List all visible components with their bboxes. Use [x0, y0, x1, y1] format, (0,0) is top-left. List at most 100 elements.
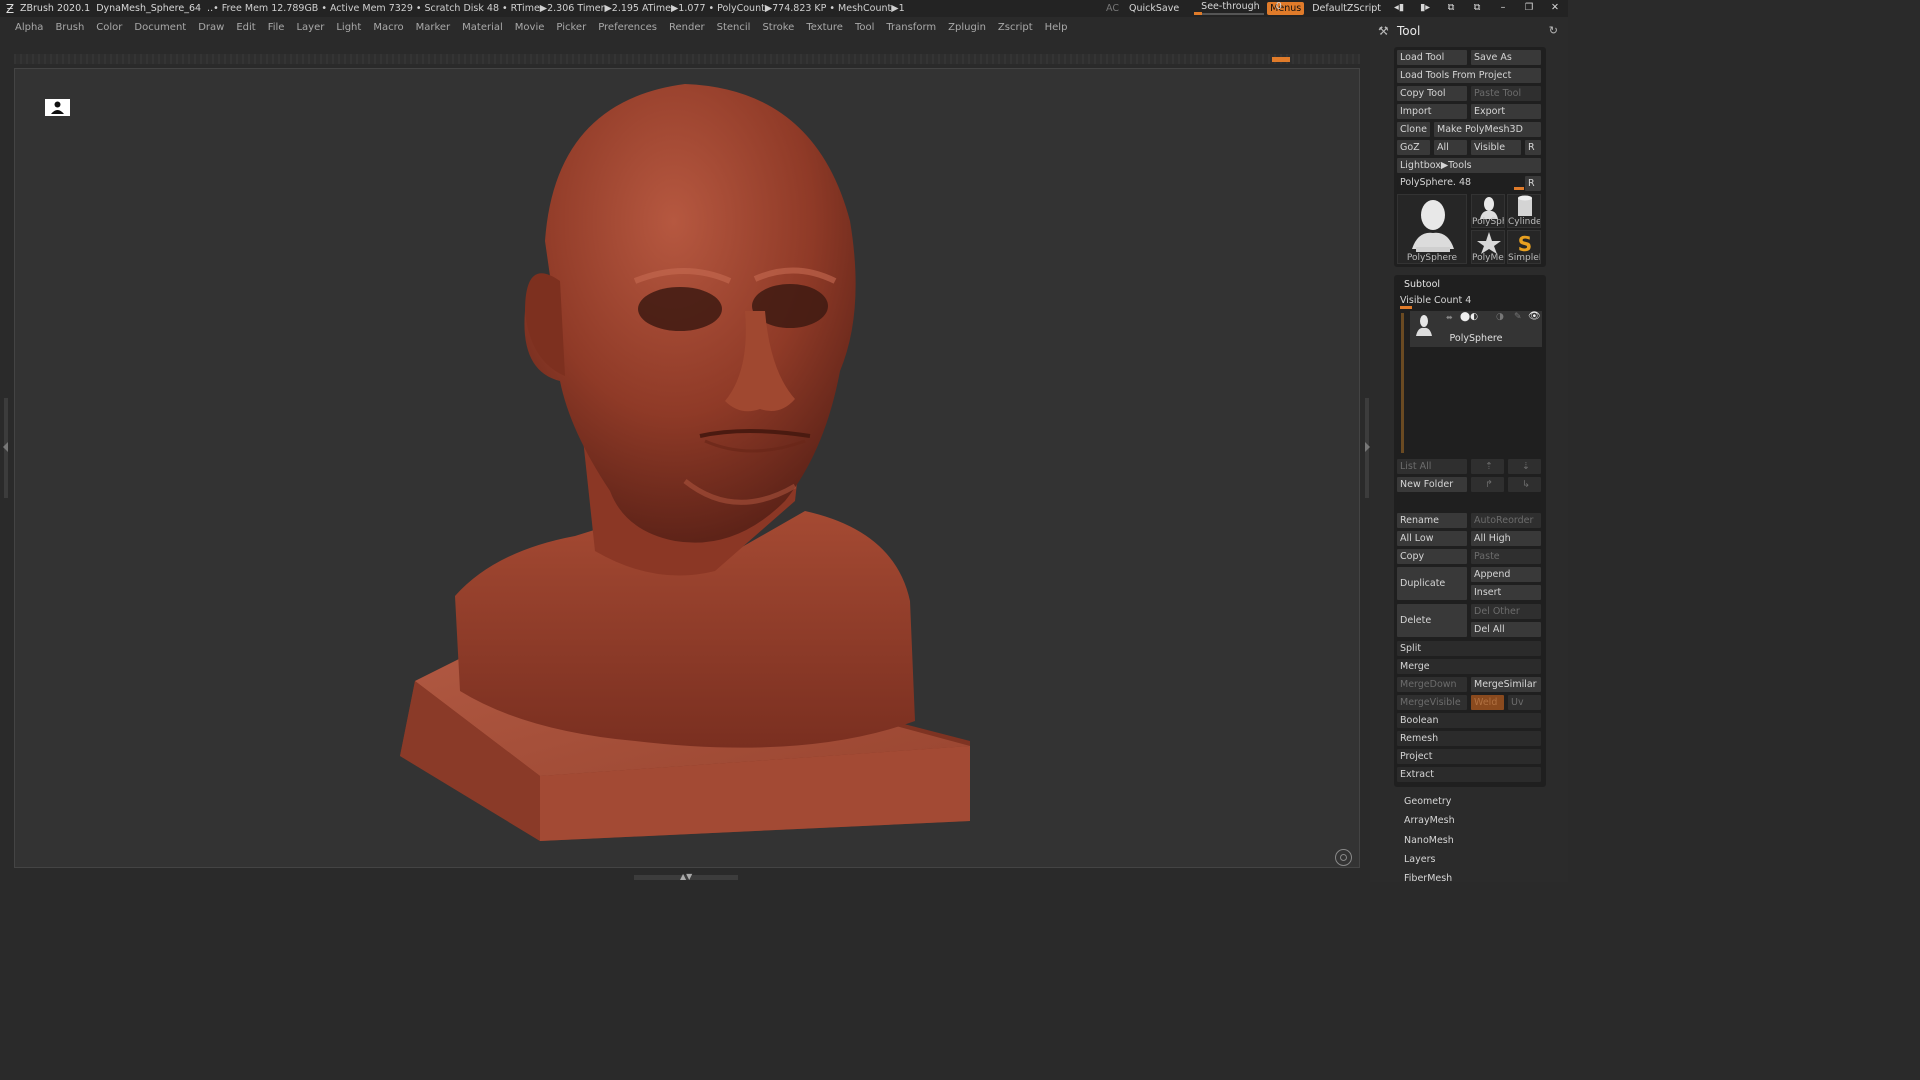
move-down-icon[interactable]: ⇣	[1508, 459, 1541, 474]
arraymesh-menu[interactable]: ArrayMesh	[1404, 815, 1455, 826]
tool-thumb-cylinder[interactable]: Cylinder	[1507, 194, 1541, 228]
rename-button[interactable]: Rename	[1397, 513, 1467, 528]
paste-button[interactable]: Paste	[1471, 549, 1541, 564]
menu-transform[interactable]: Transform	[886, 22, 936, 33]
bottom-tray-arrow-icon[interactable]: ▲▼	[680, 872, 692, 881]
weld-toggle[interactable]: Weld	[1471, 695, 1504, 710]
current-tool-slider[interactable]	[1514, 187, 1524, 190]
merge-down-button[interactable]: MergeDown	[1397, 677, 1467, 692]
menu-light[interactable]: Light	[336, 22, 361, 33]
menu-zscript[interactable]: Zscript	[998, 22, 1033, 33]
menu-marker[interactable]: Marker	[416, 22, 451, 33]
eye-icon[interactable]: 👁	[1528, 311, 1541, 322]
goz-button[interactable]: GoZ	[1397, 140, 1430, 155]
ui-layout-icon[interactable]: ⧉	[1443, 2, 1459, 15]
duplicate-button[interactable]: Duplicate	[1397, 567, 1467, 600]
merge-menu[interactable]: Merge	[1397, 659, 1541, 674]
lightbox-tools-button[interactable]: Lightbox▶Tools	[1397, 158, 1541, 173]
minimize-icon[interactable]: –	[1495, 2, 1511, 15]
menu-document[interactable]: Document	[134, 22, 186, 33]
subtool-scrollbar[interactable]	[1401, 313, 1404, 453]
merge-visible-button[interactable]: MergeVisible	[1397, 695, 1467, 710]
restore-icon[interactable]: ❐	[1521, 2, 1537, 15]
subtool-mode-icon[interactable]: ◑	[1496, 312, 1504, 322]
del-other-button[interactable]: Del Other	[1471, 604, 1541, 619]
tool-palette-header[interactable]: ⚒ Tool ↻	[1370, 21, 1568, 41]
subtool-title[interactable]: Subtool	[1404, 279, 1440, 290]
autoreorder-button[interactable]: AutoReorder	[1471, 513, 1541, 528]
close-icon[interactable]: ✕	[1547, 2, 1563, 15]
tool-thumb-simplebrush[interactable]: S SimpleB	[1507, 230, 1541, 264]
quicksave-button[interactable]: QuickSave	[1129, 3, 1179, 14]
make-polymesh3d-button[interactable]: Make PolyMesh3D	[1434, 122, 1541, 137]
insert-button[interactable]: Insert	[1471, 585, 1541, 600]
paste-tool-button[interactable]: Paste Tool	[1471, 86, 1541, 101]
folder-down-icon[interactable]: ↳	[1508, 477, 1541, 492]
goz-r-button[interactable]: R	[1525, 140, 1541, 155]
boolean-menu[interactable]: Boolean	[1397, 713, 1541, 728]
menu-picker[interactable]: Picker	[556, 22, 586, 33]
visible-count-slider[interactable]	[1400, 306, 1412, 309]
layout-prev-icon[interactable]: ◂▮	[1391, 2, 1407, 15]
extract-menu[interactable]: Extract	[1397, 767, 1541, 782]
menu-material[interactable]: Material	[462, 22, 503, 33]
all-low-button[interactable]: All Low	[1397, 531, 1467, 546]
menu-stroke[interactable]: Stroke	[762, 22, 794, 33]
menu-tool[interactable]: Tool	[855, 22, 874, 33]
default-zscript-button[interactable]: DefaultZScript	[1312, 3, 1381, 14]
append-button[interactable]: Append	[1471, 567, 1541, 582]
import-button[interactable]: Import	[1397, 104, 1467, 119]
load-tools-from-project-button[interactable]: Load Tools From Project	[1397, 68, 1541, 83]
uv-toggle[interactable]: Uv	[1508, 695, 1541, 710]
menu-macro[interactable]: Macro	[373, 22, 403, 33]
all-high-button[interactable]: All High	[1471, 531, 1541, 546]
menu-zplugin[interactable]: Zplugin	[948, 22, 986, 33]
menu-file[interactable]: File	[268, 22, 285, 33]
tool-r-button[interactable]: R	[1525, 176, 1541, 191]
move-up-icon[interactable]: ⇡	[1471, 459, 1504, 474]
menu-layer[interactable]: Layer	[296, 22, 324, 33]
sculpt-bust-model[interactable]	[385, 81, 985, 851]
tool-thumb-polymesh[interactable]: PolyMes	[1471, 230, 1505, 264]
ui-swap-icon[interactable]: ⧉	[1469, 2, 1485, 15]
goz-all-button[interactable]: All	[1434, 140, 1467, 155]
subtool-brush-icon[interactable]: ✎	[1514, 312, 1522, 322]
split-menu[interactable]: Split	[1397, 641, 1541, 656]
tool-thumb-polysph[interactable]: PolySph	[1471, 194, 1505, 228]
top-shelf[interactable]	[14, 54, 1360, 64]
del-all-button[interactable]: Del All	[1471, 622, 1541, 637]
menu-alpha[interactable]: Alpha	[15, 22, 43, 33]
menu-render[interactable]: Render	[669, 22, 705, 33]
fibermesh-menu[interactable]: FiberMesh	[1404, 873, 1452, 884]
see-through-slider[interactable]: See-through 0	[1189, 1, 1282, 15]
folder-up-icon[interactable]: ↱	[1471, 477, 1504, 492]
navigation-gizmo-icon[interactable]	[1335, 849, 1352, 866]
menu-help[interactable]: Help	[1045, 22, 1068, 33]
canvas-viewport[interactable]	[14, 68, 1360, 868]
new-folder-button[interactable]: New Folder	[1397, 477, 1467, 492]
geometry-menu[interactable]: Geometry	[1404, 796, 1451, 807]
refresh-icon[interactable]: ↻	[1549, 24, 1558, 37]
project-menu[interactable]: Project	[1397, 749, 1541, 764]
menu-movie[interactable]: Movie	[515, 22, 545, 33]
load-tool-button[interactable]: Load Tool	[1397, 50, 1467, 65]
left-tray-arrow-icon[interactable]	[3, 442, 8, 452]
subtool-toggle-icon[interactable]: ⬤◐	[1460, 312, 1478, 322]
menu-draw[interactable]: Draw	[198, 22, 224, 33]
list-all-button[interactable]: List All	[1397, 459, 1467, 474]
copy-tool-button[interactable]: Copy Tool	[1397, 86, 1467, 101]
nanomesh-menu[interactable]: NanoMesh	[1404, 835, 1454, 846]
menu-edit[interactable]: Edit	[236, 22, 255, 33]
menu-texture[interactable]: Texture	[806, 22, 843, 33]
subtool-arrow-icon[interactable]: ⬌	[1446, 313, 1453, 322]
person-icon[interactable]	[45, 99, 70, 116]
menu-brush[interactable]: Brush	[55, 22, 84, 33]
menu-preferences[interactable]: Preferences	[598, 22, 657, 33]
layout-next-icon[interactable]: ▮▸	[1417, 2, 1433, 15]
layers-menu[interactable]: Layers	[1404, 854, 1435, 865]
menu-stencil[interactable]: Stencil	[717, 22, 751, 33]
delete-button[interactable]: Delete	[1397, 604, 1467, 637]
ac-toggle[interactable]: AC	[1106, 3, 1119, 14]
copy-button[interactable]: Copy	[1397, 549, 1467, 564]
save-as-button[interactable]: Save As	[1471, 50, 1541, 65]
